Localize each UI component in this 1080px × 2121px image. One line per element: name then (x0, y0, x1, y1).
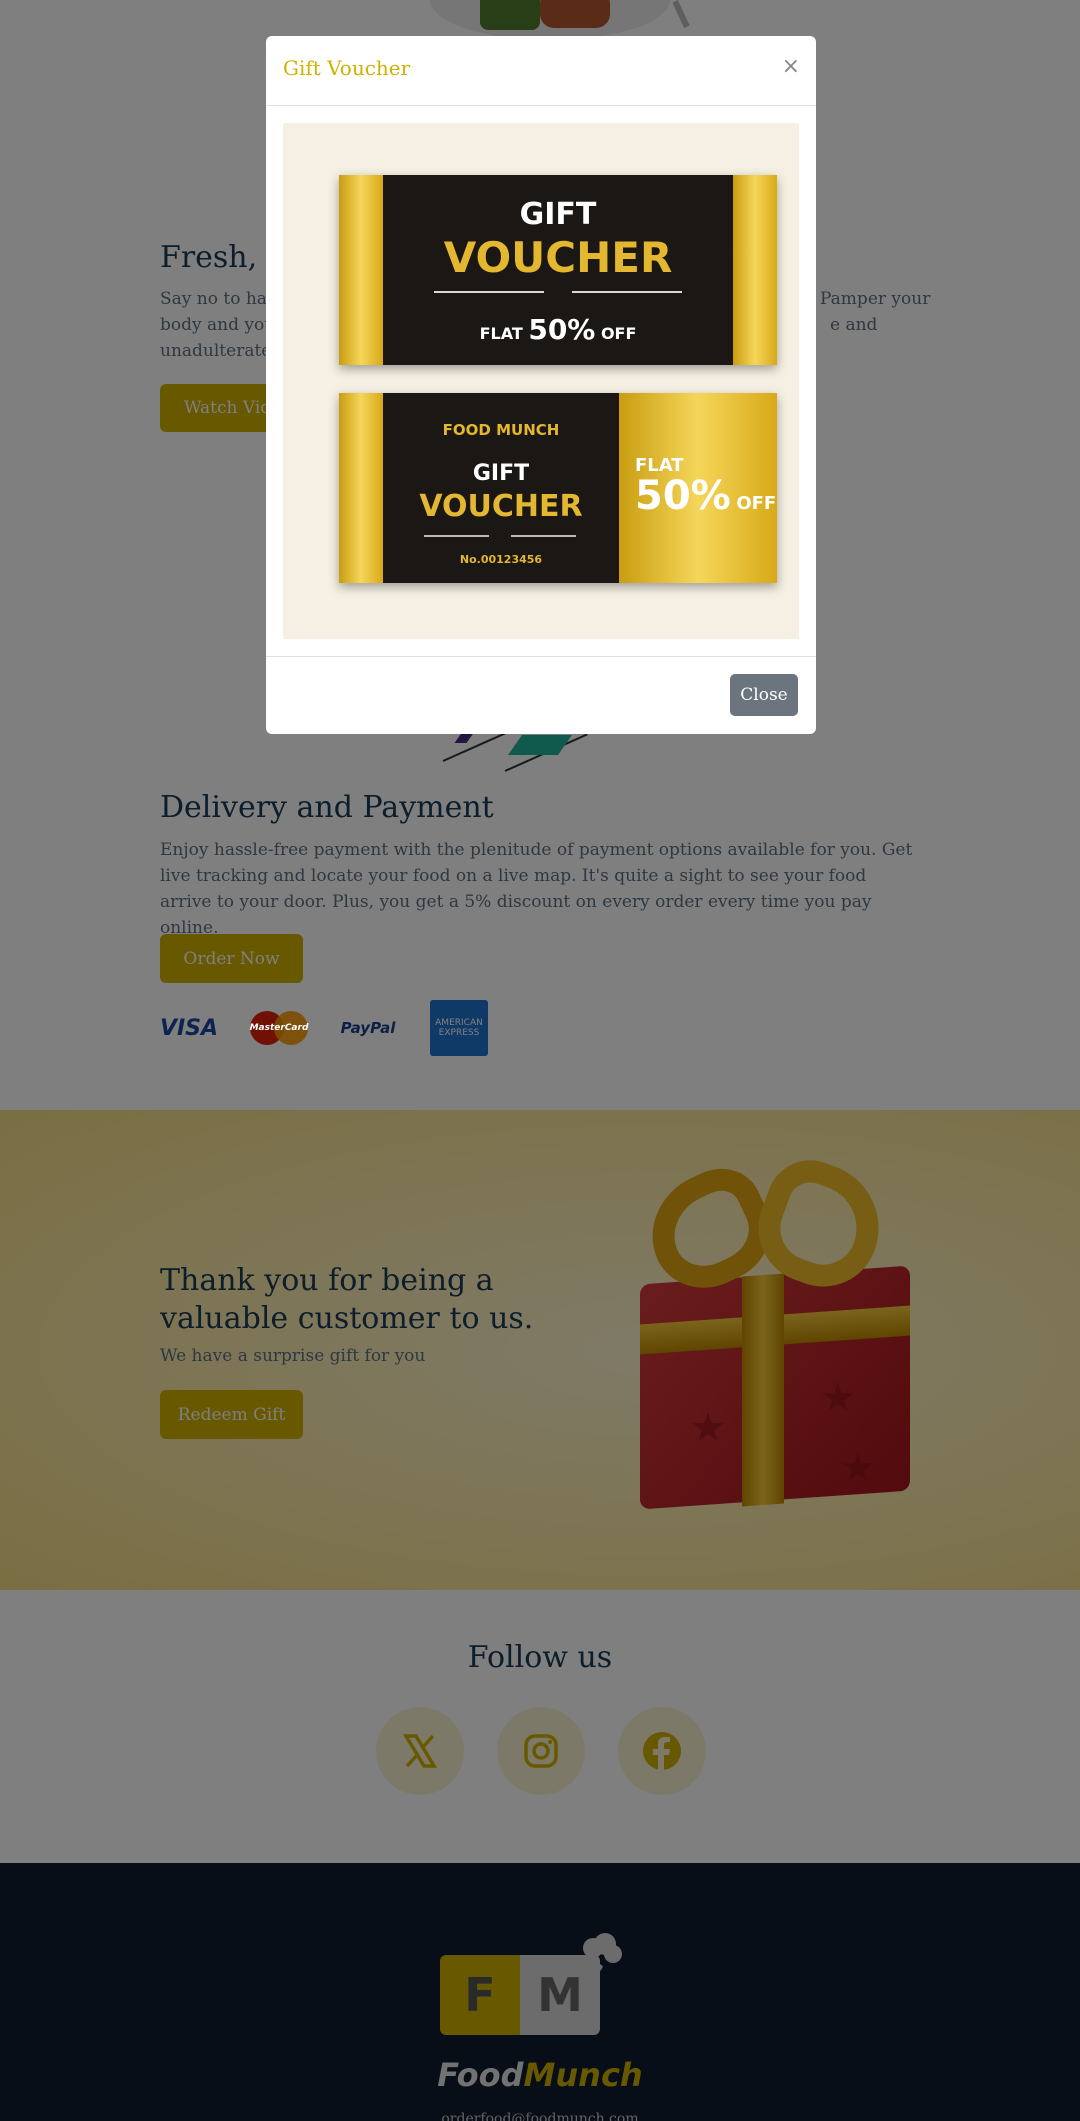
voucher2-number: No.00123456 (459, 553, 543, 566)
voucher2-voucher: VOUCHER (419, 489, 583, 524)
close-icon[interactable]: × (782, 54, 800, 79)
mastercard-label: MasterCard (249, 1023, 309, 1033)
voucher2-gift: GIFT (472, 461, 530, 486)
voucher-image-1: GIFT VOUCHER FLAT 50% OFF (339, 175, 777, 365)
voucher1-gift: GIFT (519, 197, 597, 232)
voucher1-off: OFF (600, 324, 637, 343)
voucher-image-2: FOOD MUNCH GIFT VOUCHER No.00123456 FLAT… (339, 393, 777, 583)
modal-close-button[interactable]: Close (730, 674, 798, 716)
modal-footer-divider (266, 656, 816, 657)
voucher1-flat: FLAT (479, 324, 523, 343)
page: Fresh, H Say no to harm Pamper your body… (0, 0, 1080, 2121)
modal-body: GIFT VOUCHER FLAT 50% OFF FOOD MUNCH GIF… (283, 123, 799, 639)
modal-header: Gift Voucher × (266, 36, 816, 106)
voucher1-voucher: VOUCHER (443, 233, 673, 282)
voucher1-percent: 50% (528, 313, 596, 346)
modal-title: Gift Voucher (283, 56, 411, 80)
voucher2-percent: 50% (635, 473, 731, 519)
gift-voucher-modal: Gift Voucher × GIFT VOUCHER FLAT 50% OFF (266, 36, 816, 734)
voucher2-brand: FOOD MUNCH (442, 421, 560, 439)
voucher2-off: OFF (736, 493, 777, 514)
